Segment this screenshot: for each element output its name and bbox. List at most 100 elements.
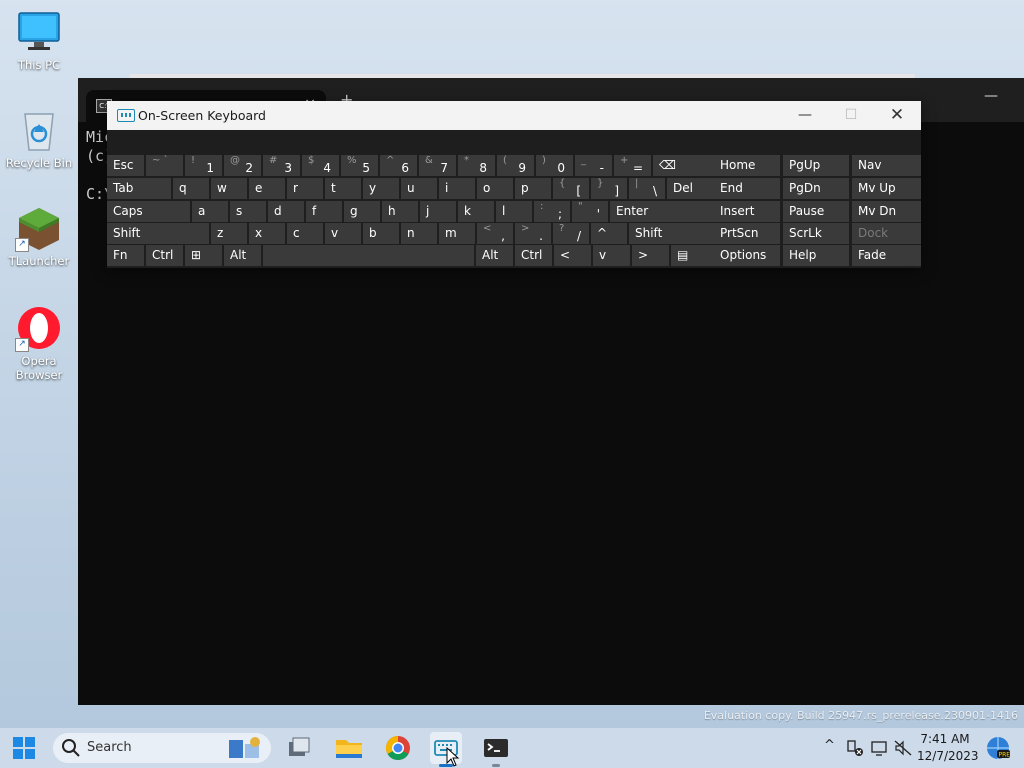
taskbar-clock[interactable]: 7:41 AM 12/7/2023 <box>917 731 979 765</box>
display-icon[interactable] <box>870 739 888 757</box>
key-end[interactable]: End <box>714 178 780 199</box>
terminal-taskbar-button[interactable] <box>480 732 512 767</box>
key-ctrl[interactable]: Ctrl <box>146 245 183 266</box>
key-n[interactable]: n <box>401 223 437 244</box>
key-m[interactable]: m <box>439 223 475 244</box>
key-w[interactable]: w <box>211 178 247 199</box>
key-shift[interactable]: Shift <box>629 223 717 244</box>
network-disconnected-icon[interactable] <box>846 739 864 757</box>
key-s[interactable]: s <box>230 201 266 222</box>
key-tab[interactable]: Tab <box>107 178 171 199</box>
key-h[interactable]: h <box>382 201 418 222</box>
desktop-icon-opera[interactable]: ↗ Opera Browser <box>3 304 75 382</box>
key-symbol[interactable]: | \ <box>629 178 665 199</box>
key-p[interactable]: p <box>515 178 551 199</box>
key-symbol[interactable]: <, <box>477 223 513 244</box>
key-mv-up[interactable]: Mv Up <box>852 178 921 199</box>
maximize-button[interactable]: ☐ <box>831 104 871 126</box>
key-options[interactable]: Options <box>714 245 780 266</box>
taskbar-search-box[interactable]: Search <box>53 733 271 763</box>
key-x[interactable]: x <box>249 223 285 244</box>
key-symbol[interactable]: }] <box>591 178 627 199</box>
key-q[interactable]: q <box>173 178 209 199</box>
terminal-minimize-button[interactable]: — <box>984 88 998 104</box>
key-z[interactable]: z <box>211 223 247 244</box>
key-7[interactable]: & 7 <box>419 155 456 176</box>
key-pgdn[interactable]: PgDn <box>783 178 849 199</box>
desktop-icon-tlauncher[interactable]: ↗ TLauncher <box>3 206 75 268</box>
key-prtscn[interactable]: PrtScn <box>714 223 780 244</box>
key-shift[interactable]: Shift <box>107 223 209 244</box>
key-alt[interactable]: Alt <box>224 245 261 266</box>
key-2[interactable]: @2 <box>224 155 261 176</box>
key-8[interactable]: * 8 <box>458 155 495 176</box>
key-r[interactable]: r <box>287 178 323 199</box>
key-symbol[interactable]: " ' <box>572 201 608 222</box>
key-symbol[interactable]: >. <box>515 223 551 244</box>
key-dock[interactable]: Dock <box>852 223 921 244</box>
key-v[interactable]: v <box>593 245 630 266</box>
key-caps[interactable]: Caps <box>107 201 190 222</box>
key-i[interactable]: i <box>439 178 475 199</box>
on-screen-keyboard-window[interactable]: On-Screen Keyboard — ☐ ✕ Esc ~ `! 1 @2 #3 $4%… <box>107 101 921 268</box>
key-symbol[interactable]: _ - <box>575 155 612 176</box>
key-f[interactable]: f <box>306 201 342 222</box>
close-button[interactable]: ✕ <box>877 104 917 126</box>
key-fade[interactable]: Fade <box>852 245 921 266</box>
key-alt[interactable]: Alt <box>476 245 513 266</box>
key-a[interactable]: a <box>192 201 228 222</box>
key-esc[interactable]: Esc <box>107 155 144 176</box>
key-1[interactable]: ! 1 <box>185 155 222 176</box>
key-j[interactable]: j <box>420 201 456 222</box>
key-enter[interactable]: Enter <box>610 201 717 222</box>
key-v[interactable]: v <box>325 223 361 244</box>
key-pgup[interactable]: PgUp <box>783 155 849 176</box>
key-k[interactable]: k <box>458 201 494 222</box>
key-y[interactable]: y <box>363 178 399 199</box>
key-scrlk[interactable]: ScrLk <box>783 223 849 244</box>
key-symbol[interactable]: ▤ <box>671 245 717 266</box>
osk-title-bar[interactable]: On-Screen Keyboard — ☐ ✕ <box>107 101 921 130</box>
key-del[interactable]: Del <box>667 178 715 199</box>
show-hidden-icons-chevron-icon[interactable]: ^ <box>824 738 835 753</box>
key-b[interactable]: b <box>363 223 399 244</box>
key-t[interactable]: t <box>325 178 361 199</box>
key-4[interactable]: $4 <box>302 155 339 176</box>
key-3[interactable]: #3 <box>263 155 300 176</box>
volume-muted-icon[interactable] <box>894 739 912 757</box>
key-mv-dn[interactable]: Mv Dn <box>852 201 921 222</box>
key-u[interactable]: u <box>401 178 437 199</box>
key-symbol[interactable]: ⌫ <box>653 155 717 176</box>
key-symbol[interactable]: ? / <box>553 223 589 244</box>
key-symbol[interactable]: {[ <box>553 178 589 199</box>
key-6[interactable]: ^ 6 <box>380 155 417 176</box>
key-symbol[interactable]: ⊞ <box>185 245 222 266</box>
task-view-button[interactable] <box>283 732 315 764</box>
key-o[interactable]: o <box>477 178 513 199</box>
key-symbol[interactable]: > <box>632 245 669 266</box>
start-button[interactable] <box>8 732 40 764</box>
key-symbol[interactable]: :; <box>534 201 570 222</box>
desktop-icon-recycle-bin[interactable]: Recycle Bin <box>3 108 75 170</box>
key-0[interactable]: ) 0 <box>536 155 573 176</box>
key-ctrl[interactable]: Ctrl <box>515 245 552 266</box>
key-help[interactable]: Help <box>783 245 849 266</box>
key-nav[interactable]: Nav <box>852 155 921 176</box>
key-space[interactable]: ~ ` <box>146 155 183 176</box>
key-g[interactable]: g <box>344 201 380 222</box>
key-5[interactable]: % 5 <box>341 155 378 176</box>
notification-globe-icon[interactable]: PRE <box>985 735 1011 761</box>
key-e[interactable]: e <box>249 178 285 199</box>
key-symbol[interactable]: + = <box>614 155 651 176</box>
key-pause[interactable]: Pause <box>783 201 849 222</box>
chrome-button[interactable] <box>382 732 414 764</box>
desktop-icon-this-pc[interactable]: This PC <box>3 10 75 72</box>
key-symbol[interactable]: ^ <box>591 223 627 244</box>
key-d[interactable]: d <box>268 201 304 222</box>
key-home[interactable]: Home <box>714 155 780 176</box>
key-insert[interactable]: Insert <box>714 201 780 222</box>
key-c[interactable]: c <box>287 223 323 244</box>
key-l[interactable]: l <box>496 201 532 222</box>
minimize-button[interactable]: — <box>785 104 825 126</box>
key-fn[interactable]: Fn <box>107 245 144 266</box>
